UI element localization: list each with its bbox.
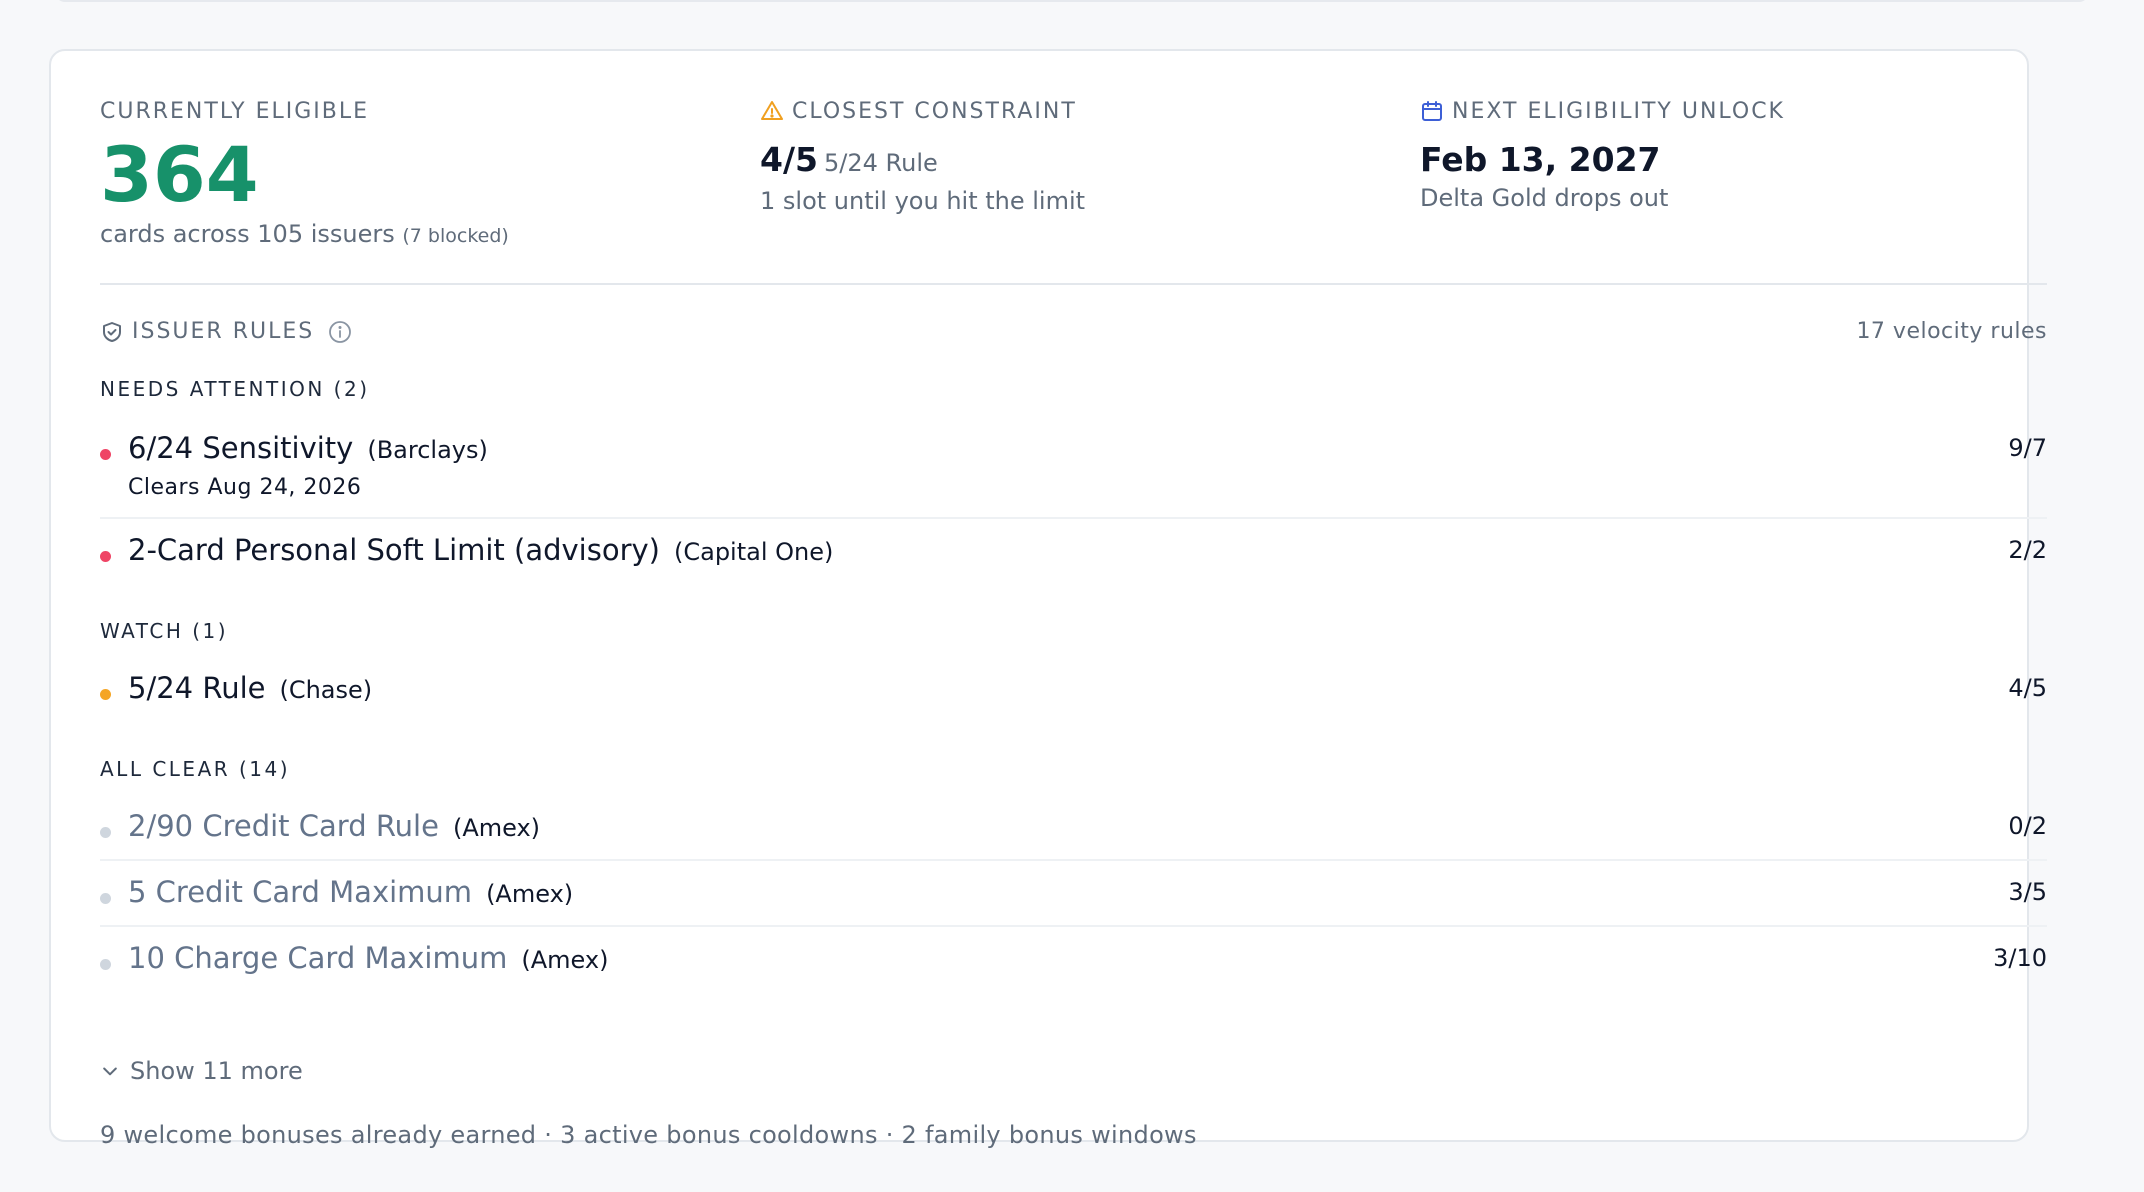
rule-issuer: (Amex) — [452, 814, 541, 842]
currently-eligible-label: CURRENTLY ELIGIBLE — [100, 98, 370, 124]
section-divider — [100, 283, 2047, 285]
rule-row[interactable]: 2-Card Personal Soft Limit (advisory) (Ca… — [100, 531, 2047, 571]
rule-clears-date: Clears Aug 24, 2026 — [128, 475, 362, 500]
constraint-note: 1 slot until you hit the limit — [760, 187, 1086, 215]
constraint-rule: 5/24 Rule — [823, 149, 938, 177]
status-dot-clear — [100, 827, 111, 838]
status-dot-attention — [100, 551, 111, 562]
rule-row[interactable]: 5 Credit Card Maximum (Amex) 3/5 — [100, 873, 2047, 913]
rule-issuer: (Chase) — [279, 676, 373, 704]
status-dot-watch — [100, 689, 111, 700]
velocity-rules-count: 17 velocity rules — [1856, 319, 2047, 344]
rule-name-line: 6/24 Sensitivity (Barclays) — [128, 431, 488, 465]
chevron-down-icon — [103, 1067, 117, 1076]
issuer-rules-title: ISSUER RULES — [100, 319, 352, 344]
rule-row[interactable]: 5/24 Rule (Chase) 4/5 — [100, 669, 2047, 709]
show-more-button[interactable]: Show 11 more — [100, 1057, 303, 1085]
blocked-text: (7 blocked) — [402, 225, 509, 247]
eligible-subtext: cards across 105 issuers (7 blocked) — [100, 220, 700, 248]
previous-panel-edge — [55, 0, 2089, 2]
rule-name: 6/24 Sensitivity — [128, 431, 354, 465]
row-separator — [100, 859, 2047, 861]
rule-issuer: (Amex) — [521, 946, 609, 974]
closest-constraint-stat: CLOSEST CONSTRAINT 4/5 5/24 Rule 1 slot u… — [760, 96, 1360, 216]
currently-eligible-stat: CURRENTLY ELIGIBLE 364 cards across 105 … — [100, 96, 700, 249]
constraint-value: 4/5 — [760, 140, 818, 179]
row-separator — [100, 925, 2047, 927]
rule-issuer: (Amex) — [486, 880, 574, 908]
rule-name: 5/24 Rule — [128, 671, 266, 705]
eligibility-card: CURRENTLY ELIGIBLE 364 cards across 105 … — [49, 49, 2047, 1149]
rule-row[interactable]: 6/24 Sensitivity (Barclays) 9/7 Clears Au… — [100, 429, 2047, 509]
next-unlock-header: NEXT ELIGIBILITY UNLOCK — [1420, 96, 2040, 126]
bonus-summary-footer: 9 welcome bonuses already earned · 3 act… — [100, 1121, 1197, 1149]
rule-name: 10 Charge Card Maximum — [128, 941, 508, 975]
rule-count: 2/2 — [2008, 536, 2047, 564]
show-more-label: Show 11 more — [130, 1057, 303, 1085]
eligible-count: 364 — [100, 130, 259, 219]
calendar-icon — [1422, 101, 1442, 121]
warning-triangle-icon — [761, 101, 783, 120]
rule-row[interactable]: 2/90 Credit Card Rule (Amex) 0/2 — [100, 807, 2047, 847]
status-dot-clear — [100, 959, 111, 970]
rule-name-line: 5/24 Rule (Chase) — [128, 671, 372, 705]
summary-stats: CURRENTLY ELIGIBLE 364 cards across 105 … — [100, 96, 2047, 296]
closest-constraint-label: CLOSEST CONSTRAINT — [792, 98, 1077, 124]
row-separator — [100, 517, 2047, 519]
rule-count: 0/2 — [2008, 812, 2047, 840]
info-circle-icon[interactable] — [328, 320, 352, 344]
rule-name: 5 Credit Card Maximum — [128, 875, 473, 909]
closest-constraint-header: CLOSEST CONSTRAINT — [760, 96, 1360, 126]
rule-name-line: 2-Card Personal Soft Limit (advisory) (Ca… — [128, 533, 833, 567]
status-dot-clear — [100, 893, 111, 904]
all-clear-label: ALL CLEAR (14) — [100, 757, 291, 781]
rule-issuer: (Barclays) — [367, 436, 488, 464]
rule-name: 2-Card Personal Soft Limit (advisory) — [128, 533, 660, 567]
rule-name-line: 2/90 Credit Card Rule (Amex) — [128, 809, 540, 843]
rule-name: 2/90 Credit Card Rule — [128, 809, 439, 843]
next-unlock-stat: NEXT ELIGIBILITY UNLOCK Feb 13, 2027 Del… — [1420, 96, 2040, 213]
unlock-note: Delta Gold drops out — [1420, 184, 1669, 212]
shield-check-icon — [103, 321, 121, 342]
rule-name-line: 5 Credit Card Maximum (Amex) — [128, 875, 573, 909]
rule-count: 4/5 — [2008, 674, 2047, 702]
rule-row[interactable]: 10 Charge Card Maximum (Amex) 3/10 — [100, 939, 2047, 979]
rule-name-line: 10 Charge Card Maximum (Amex) — [128, 941, 608, 975]
next-unlock-label: NEXT ELIGIBILITY UNLOCK — [1452, 98, 1785, 124]
constraint-value-line: 4/5 5/24 Rule — [760, 138, 1360, 185]
issuer-rules-header: ISSUER RULES 17 velocity rules — [100, 319, 2047, 351]
watch-label: WATCH (1) — [100, 619, 229, 643]
status-dot-attention — [100, 449, 111, 460]
unlock-date: Feb 13, 2027 — [1420, 140, 1661, 179]
rule-issuer: (Capital One) — [673, 538, 834, 566]
needs-attention-label: NEEDS ATTENTION (2) — [100, 377, 370, 401]
rule-count: 3/5 — [2008, 878, 2047, 906]
issuers-text: cards across 105 issuers — [100, 220, 395, 248]
rule-count: 9/7 — [2008, 434, 2047, 462]
issuer-rules-label: ISSUER RULES — [132, 319, 315, 344]
rule-count: 3/10 — [1993, 944, 2047, 972]
